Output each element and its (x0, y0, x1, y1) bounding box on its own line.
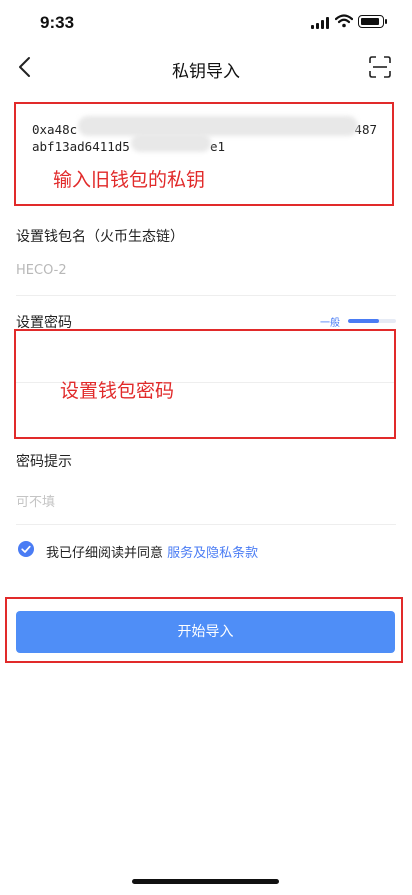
annotation-key-hint: 输入旧钱包的私钥 (53, 169, 206, 191)
wallet-name-label: 设置钱包名（火币生态链） (16, 229, 184, 245)
battery-icon (358, 15, 387, 28)
strength-fill (348, 319, 380, 323)
agreement-text: 我已仔细阅读并同意 服务及隐私条款 (46, 542, 258, 561)
status-bar: 9:33 (0, 0, 412, 46)
nav-bar: 私钥导入 (0, 46, 412, 90)
annotation-password-hint: 设置钱包密码 (60, 380, 175, 402)
scan-icon[interactable] (368, 55, 392, 79)
strength-bar (348, 319, 396, 323)
strength-label: 一般 (320, 318, 340, 329)
page-title: 私钥导入 (172, 62, 240, 82)
password-hint-label: 密码提示 (16, 454, 72, 470)
checkbox-checked-icon[interactable] (18, 541, 34, 557)
wifi-icon (335, 14, 353, 28)
signal-icon (311, 17, 330, 29)
home-indicator (132, 879, 279, 884)
divider (16, 295, 396, 296)
agreement-label: 我已仔细阅读并同意 (46, 546, 164, 561)
battery-fill (361, 18, 379, 25)
wallet-name-input[interactable]: HECO-2 (16, 263, 67, 278)
screen: 9:33 私钥导入 0xa48c 487 abf13ad6411d5 e1 输入… (0, 0, 412, 895)
password-hint-input[interactable]: 可不填 (16, 491, 55, 510)
terms-link[interactable]: 服务及隐私条款 (167, 546, 258, 561)
annotation-box-button (5, 597, 403, 663)
divider (16, 524, 396, 525)
status-time: 9:33 (40, 13, 75, 32)
agreement-row: 我已仔细阅读并同意 服务及隐私条款 (16, 539, 396, 561)
